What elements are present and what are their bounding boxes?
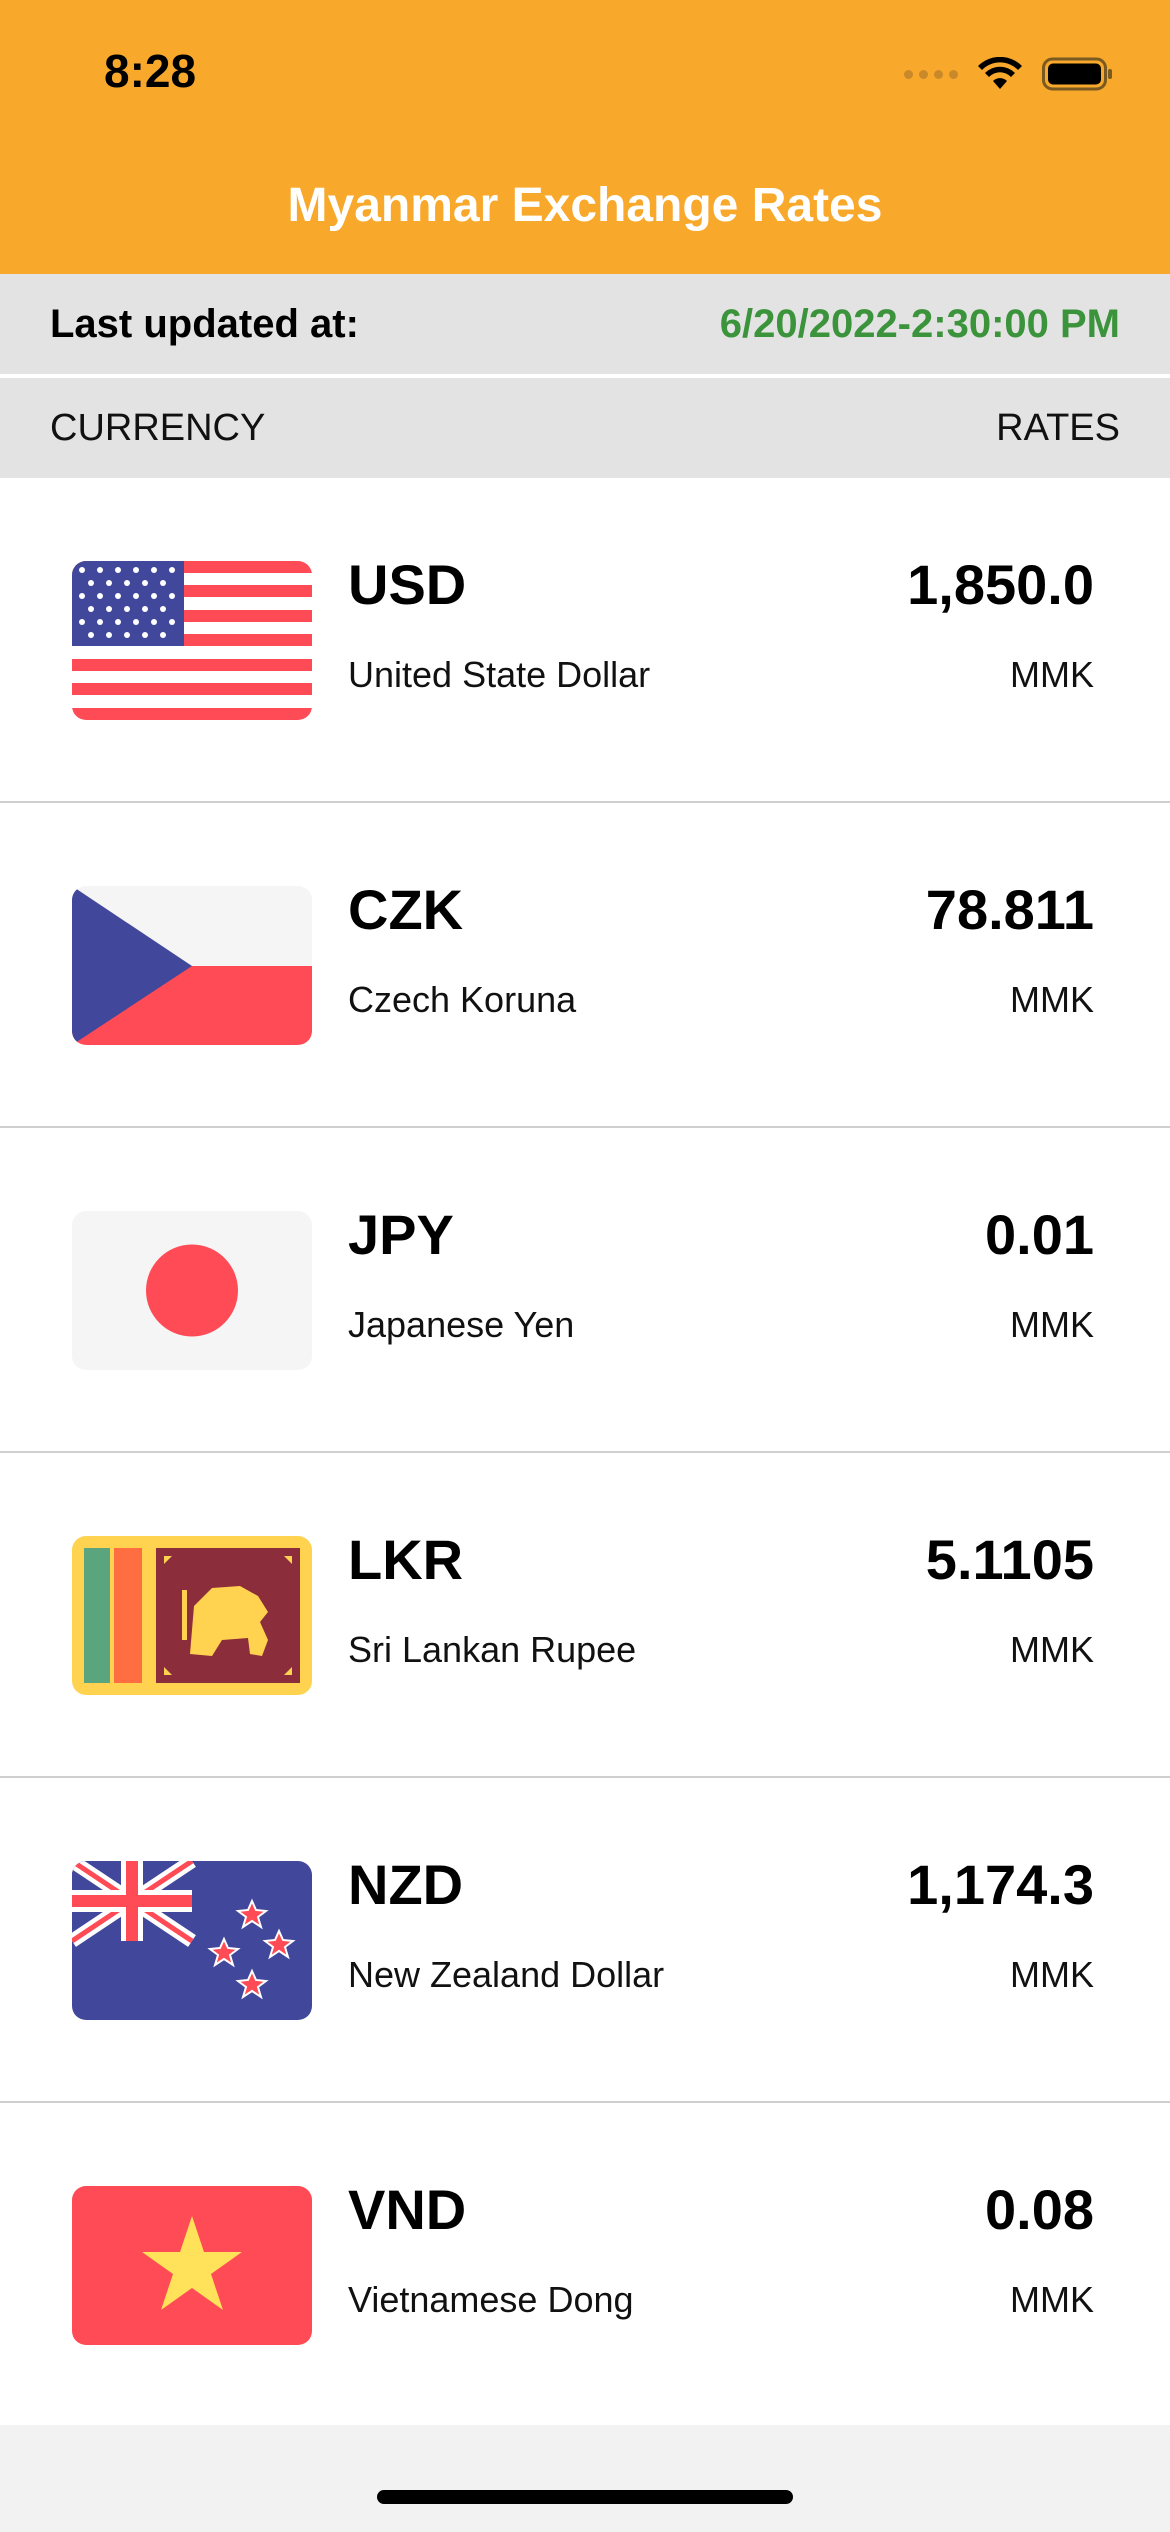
last-updated-bar: Last updated at: 6/20/2022-2:30:00 PM: [0, 274, 1170, 374]
wifi-icon: [978, 57, 1022, 89]
status-indicators: [904, 52, 1114, 96]
currency-column-header: CURRENCY: [50, 406, 266, 449]
list-item-nzd[interactable]: NZD New Zealand Dollar 1,174.3 MMK: [0, 1778, 1170, 2103]
app-header: 8:28 Myanmar Exchange Rates: [0, 0, 1170, 274]
list-item-jpy[interactable]: JPY Japanese Yen 0.01 MMK: [0, 1128, 1170, 1453]
list-item-lkr[interactable]: LKR Sri Lankan Rupee 5.1105 MMK: [0, 1453, 1170, 1778]
us-flag-icon: [72, 561, 312, 720]
currency-name: New Zealand Dollar: [348, 1954, 665, 1995]
currency-code: VND: [348, 2178, 467, 2241]
currency-name: Sri Lankan Rupee: [348, 1629, 637, 1670]
exchange-rate: 1,850.0: [907, 553, 1094, 616]
last-updated-value: 6/20/2022-2:30:00 PM: [719, 301, 1120, 346]
list-item-vnd[interactable]: VND Vietnamese Dong 0.08 MMK: [0, 2103, 1170, 2428]
column-header-bar: CURRENCY RATES: [0, 378, 1170, 478]
czech-flag-icon: [72, 886, 312, 1045]
rates-column-header: RATES: [996, 406, 1120, 449]
rate-unit: MMK: [1010, 1954, 1094, 1995]
currency-code: CZK: [348, 878, 464, 941]
cellular-signal-icon: [904, 69, 958, 79]
japan-flag-icon: [72, 1211, 312, 1370]
rates-list: USD United State Dollar 1,850.0 MMK CZK …: [0, 478, 1170, 2428]
currency-code: USD: [348, 553, 467, 616]
page-title: Myanmar Exchange Rates: [287, 179, 883, 232]
rate-unit: MMK: [1010, 979, 1094, 1020]
list-item-czk[interactable]: CZK Czech Koruna 78.811 MMK: [0, 803, 1170, 1128]
exchange-rate: 0.08: [985, 2178, 1094, 2241]
rate-unit: MMK: [1010, 654, 1094, 695]
new-zealand-flag-icon: [72, 1861, 312, 2020]
exchange-rate: 5.1105: [925, 1528, 1094, 1591]
bottom-safe-area: [0, 2425, 1170, 2532]
currency-name: United State Dollar: [348, 654, 651, 695]
currency-code: LKR: [348, 1528, 464, 1591]
rate-unit: MMK: [1010, 2279, 1094, 2320]
last-updated-label: Last updated at:: [50, 301, 359, 346]
battery-icon: [1042, 57, 1112, 91]
sri-lanka-flag-icon: [72, 1536, 312, 1695]
currency-name: Czech Koruna: [348, 979, 577, 1020]
currency-code: NZD: [348, 1853, 464, 1916]
exchange-rate: 78.811: [925, 878, 1094, 941]
status-time: 8:28: [104, 45, 197, 97]
exchange-rate: 0.01: [985, 1203, 1094, 1266]
vietnam-flag-icon: [72, 2186, 312, 2345]
rate-unit: MMK: [1010, 1304, 1094, 1345]
currency-name: Vietnamese Dong: [348, 2279, 634, 2320]
rate-unit: MMK: [1010, 1629, 1094, 1670]
currency-code: JPY: [348, 1203, 454, 1266]
home-indicator[interactable]: [377, 2490, 793, 2504]
list-item-usd[interactable]: USD United State Dollar 1,850.0 MMK: [0, 478, 1170, 803]
currency-name: Japanese Yen: [348, 1304, 575, 1345]
exchange-rate: 1,174.3: [907, 1853, 1094, 1916]
